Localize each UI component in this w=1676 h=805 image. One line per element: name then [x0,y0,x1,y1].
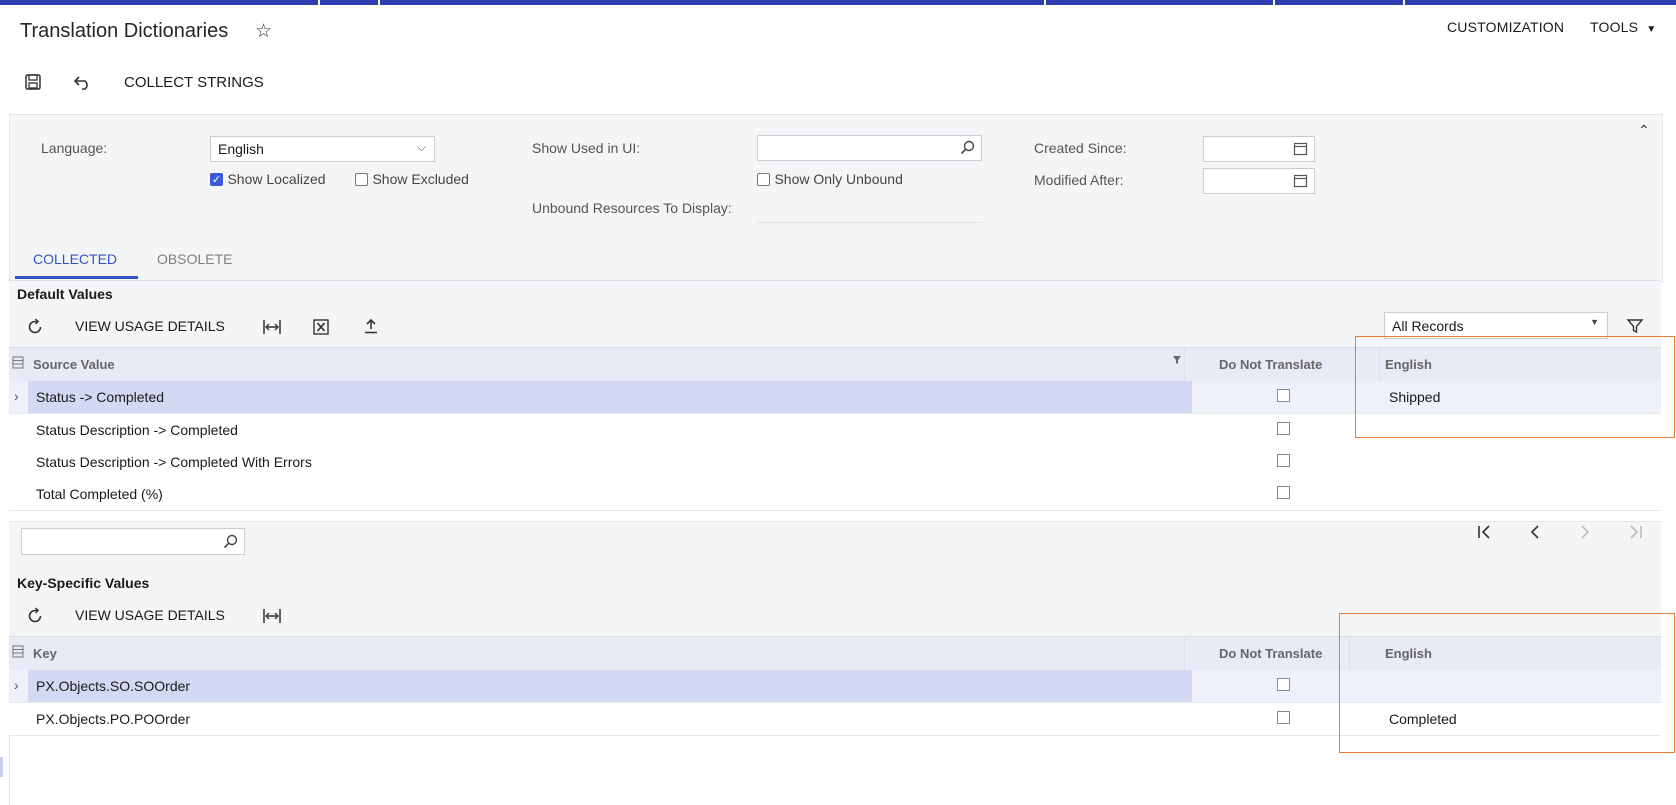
key-cell: PX.Objects.SO.SOOrder [36,678,191,694]
left-border [9,736,10,805]
save-icon[interactable] [24,73,42,96]
do-not-translate-checkbox[interactable] [1277,454,1290,467]
column-settings-icon[interactable] [12,356,24,374]
next-page-icon[interactable] [1576,523,1594,545]
default-values-title: Default Values [17,286,113,302]
previous-page-icon[interactable] [1526,523,1544,545]
show-only-unbound-label: Show Only Unbound [774,171,903,187]
calendar-icon[interactable] [1293,141,1308,161]
language-label: Language: [41,140,108,156]
do-not-translate-checkbox[interactable] [1277,389,1290,402]
source-value-cell: Status Description -> Completed With Err… [36,454,312,470]
checkbox-checked-icon: ✓ [210,173,223,187]
modified-after-label: Modified After: [1034,172,1124,188]
show-excluded-label: Show Excluded [372,171,469,187]
star-icon[interactable]: ☆ [255,22,272,41]
export-excel-icon[interactable] [312,318,330,341]
key-values-title: Key-Specific Values [17,575,150,591]
checkbox-unchecked-icon [355,173,368,187]
tab-obsolete[interactable]: OBSOLETE [157,251,232,267]
upload-icon[interactable] [362,317,380,340]
english-column-highlight [1339,613,1675,753]
chevron-down-icon: ⌵ [416,140,426,154]
unbound-resources-field[interactable] [757,222,982,223]
collapse-icon[interactable]: ⌃ [1638,122,1650,139]
refresh-icon[interactable] [26,607,44,630]
source-value-cell: Status Description -> Completed [36,422,238,438]
source-value-cell: Status -> Completed [36,389,165,405]
calendar-icon[interactable] [1293,173,1308,193]
grid-footer [9,521,1661,565]
column-source-value[interactable]: Source Value [33,357,115,372]
customization-menu[interactable]: CUSTOMIZATION [1447,19,1564,35]
search-icon[interactable] [223,534,238,554]
language-select[interactable]: English ⌵ [210,136,435,162]
language-value: English [218,141,264,157]
tools-menu[interactable]: TOOLS ▼ [1590,19,1656,35]
view-usage-details-button[interactable]: VIEW USAGE DETAILS [75,607,225,623]
search-icon[interactable] [960,140,975,160]
show-localized-label: Show Localized [227,171,326,187]
refresh-icon[interactable] [26,318,44,341]
chevron-right-icon[interactable]: › [14,677,19,693]
last-page-icon[interactable] [1626,523,1644,545]
do-not-translate-checkbox[interactable] [1277,711,1290,724]
caret-down-icon: ▼ [1646,24,1657,35]
tab-collected[interactable]: COLLECTED [33,251,117,267]
show-only-unbound-checkbox[interactable]: Show Only Unbound [757,171,903,189]
unbound-resources-label: Unbound Resources To Display: [532,200,732,216]
fit-columns-icon[interactable] [262,607,282,630]
column-settings-icon[interactable] [12,645,24,663]
top-bar [0,0,1676,5]
side-marker [0,757,3,777]
chevron-right-icon[interactable]: › [14,388,19,404]
collect-strings-button[interactable]: COLLECT STRINGS [124,74,264,91]
show-used-input[interactable] [757,135,982,161]
table-row[interactable]: Total Completed (%) [9,478,1661,511]
english-column-highlight [1355,336,1675,438]
grid-search-input[interactable] [21,528,245,555]
view-usage-details-button[interactable]: VIEW USAGE DETAILS [75,318,225,334]
column-key[interactable]: Key [33,646,57,661]
fit-columns-icon[interactable] [262,318,282,341]
checkbox-unchecked-icon [757,173,770,187]
page-title: Translation Dictionaries [20,20,229,42]
column-do-not-translate[interactable]: Do Not Translate [1219,646,1322,661]
column-filter-icon[interactable] [1172,355,1182,368]
do-not-translate-checkbox[interactable] [1277,678,1290,691]
source-value-cell: Total Completed (%) [36,486,163,502]
undo-icon[interactable] [73,73,93,96]
first-page-icon[interactable] [1476,523,1494,545]
records-filter-select[interactable]: All Records ▼ [1384,312,1608,339]
key-cell: PX.Objects.PO.POOrder [36,711,191,727]
created-since-label: Created Since: [1034,140,1127,156]
modified-after-input[interactable] [1203,168,1315,194]
show-used-label: Show Used in UI: [532,140,641,156]
column-do-not-translate[interactable]: Do Not Translate [1219,357,1322,372]
tools-label: TOOLS [1590,19,1639,35]
show-localized-checkbox[interactable]: ✓ Show Localized [210,171,326,189]
table-row[interactable]: Status Description -> Completed With Err… [9,446,1661,479]
caret-down-icon: ▼ [1590,317,1599,327]
show-excluded-checkbox[interactable]: Show Excluded [355,171,469,189]
do-not-translate-checkbox[interactable] [1277,486,1290,499]
records-filter-value: All Records [1392,318,1464,334]
active-tab-indicator [15,276,138,279]
created-since-input[interactable] [1203,136,1315,162]
do-not-translate-checkbox[interactable] [1277,422,1290,435]
